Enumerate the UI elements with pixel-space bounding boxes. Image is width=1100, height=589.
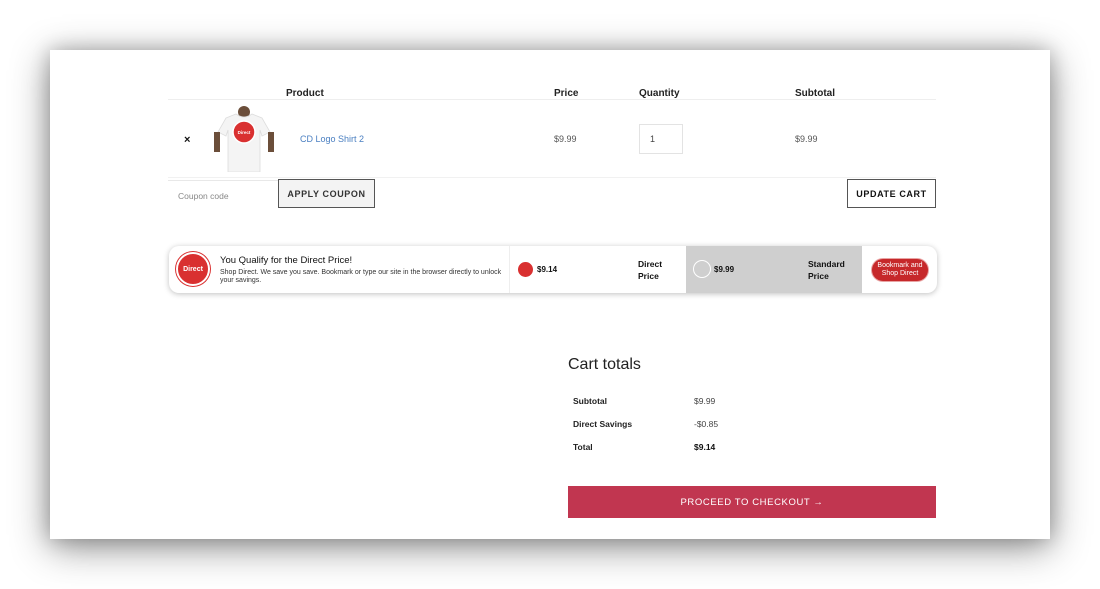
- cart-actions: Coupon code APPLY COUPON UPDATE CART: [168, 178, 936, 218]
- totals-label: Total: [573, 442, 593, 452]
- selected-radio-icon: [518, 262, 533, 277]
- totals-label: Subtotal: [573, 396, 607, 406]
- direct-price-label: Direct Price: [638, 259, 663, 281]
- direct-banner-description: Shop Direct. We save you save. Bookmark …: [220, 269, 502, 284]
- totals-row: Subtotal $9.99: [568, 396, 936, 419]
- standard-price-value: $9.99: [714, 265, 735, 274]
- direct-banner-title: You Qualify for the Direct Price!: [220, 255, 353, 266]
- proceed-to-checkout-button[interactable]: PROCEED TO CHECKOUT →: [568, 486, 936, 518]
- direct-price-option[interactable]: $9.14 Direct Price: [509, 246, 686, 293]
- standard-price-label: Standard Price: [808, 259, 845, 281]
- direct-logo: Direct: [176, 252, 210, 286]
- update-cart-button[interactable]: UPDATE CART: [847, 179, 936, 208]
- totals-value: $9.99: [694, 396, 716, 406]
- tshirt-image[interactable]: Direct: [212, 106, 276, 172]
- product-link[interactable]: CD Logo Shirt 2: [300, 134, 364, 144]
- header-product: Product: [286, 88, 324, 99]
- totals-row: Direct Savings -$0.85: [568, 419, 936, 442]
- quantity-input[interactable]: 1: [639, 124, 683, 154]
- cart-table: Product Price Quantity Subtotal × Direct…: [168, 84, 936, 218]
- totals-value: $9.14: [694, 442, 716, 452]
- apply-coupon-button[interactable]: APPLY COUPON: [278, 179, 375, 208]
- header-price: Price: [554, 88, 579, 99]
- item-subtotal: $9.99: [795, 134, 818, 144]
- totals-row: Total $9.14: [568, 442, 936, 465]
- item-price: $9.99: [554, 134, 577, 144]
- totals-label: Direct Savings: [573, 419, 633, 429]
- remove-item-button[interactable]: ×: [184, 134, 190, 146]
- svg-text:Direct: Direct: [238, 130, 251, 135]
- standard-price-option[interactable]: $9.99 Standard Price: [686, 246, 862, 293]
- direct-price-banner: Direct You Qualify for the Direct Price!…: [169, 246, 937, 293]
- unselected-radio-icon: [693, 260, 711, 278]
- direct-price-value: $9.14: [537, 265, 558, 274]
- header-subtotal: Subtotal: [795, 88, 835, 99]
- bookmark-shop-direct-button[interactable]: Bookmark and Shop Direct: [872, 259, 928, 281]
- header-quantity: Quantity: [639, 88, 680, 99]
- table-header: Product Price Quantity Subtotal: [168, 84, 936, 100]
- cart-totals-heading: Cart totals: [568, 356, 641, 373]
- table-row: × Direct CD Logo Shirt 2 $9.99 1 $9.99: [168, 100, 936, 178]
- coupon-code-input[interactable]: Coupon code: [168, 180, 278, 208]
- totals-value: -$0.85: [694, 419, 719, 429]
- cart-totals: Cart totals Subtotal $9.99 Direct Saving…: [568, 356, 936, 518]
- cart-page: Product Price Quantity Subtotal × Direct…: [50, 50, 1050, 539]
